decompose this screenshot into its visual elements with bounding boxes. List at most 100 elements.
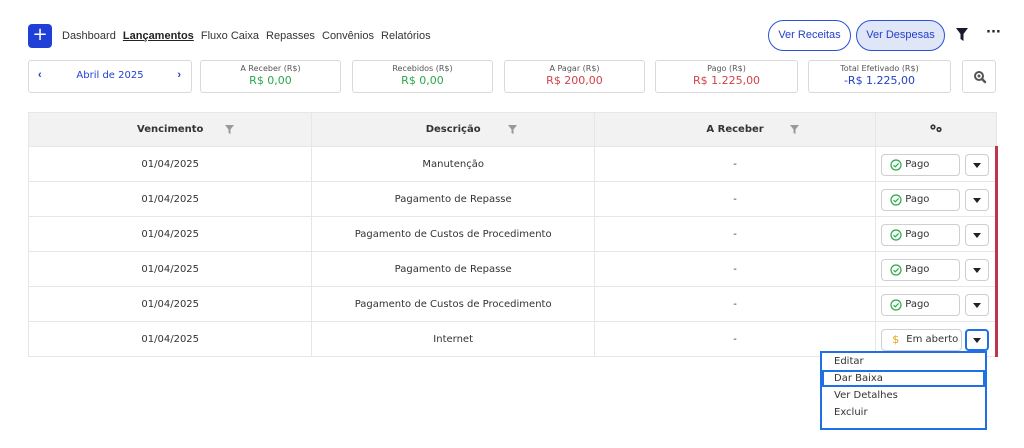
row-actions-button[interactable] <box>965 259 990 281</box>
check-circle-icon <box>890 229 902 241</box>
cell-vencimento: 01/04/2025 <box>27 181 313 217</box>
lancamentos-table: Vencimento Descrição A Receber 01/04/202… <box>27 112 998 357</box>
menu-item-excluir[interactable]: Excluir <box>822 404 985 421</box>
menu-item-editar[interactable]: Editar <box>822 353 985 370</box>
check-circle-icon <box>890 159 902 171</box>
nav-fluxo-caixa[interactable]: Fluxo Caixa <box>201 30 259 42</box>
cell-vencimento: 01/04/2025 <box>27 146 313 182</box>
nav-convenios[interactable]: Convênios <box>322 30 374 42</box>
status-label: Pago <box>905 159 930 170</box>
status-label: Em aberto <box>906 334 959 345</box>
check-circle-icon <box>890 194 902 206</box>
cell-descricao: Internet <box>311 321 595 357</box>
cell-vencimento: 01/04/2025 <box>27 286 313 322</box>
ver-receitas-button[interactable]: Ver Receitas <box>768 20 851 51</box>
cell-vencimento: 01/04/2025 <box>27 321 313 357</box>
cell-a-receber: - <box>593 286 877 322</box>
card-value: -R$ 1.225,00 <box>843 74 916 87</box>
caret-down-icon <box>973 233 982 238</box>
cell-a-receber: - <box>593 146 877 182</box>
card-value: R$ 0,00 <box>401 74 444 87</box>
card-value: R$ 0,00 <box>249 74 292 87</box>
menu-item-ver-detalhes[interactable]: Ver Detalhes <box>822 387 985 404</box>
table-row[interactable]: 01/04/2025 Manutenção - Pago <box>27 146 998 182</box>
cell-actions: Pago <box>875 181 998 217</box>
status-button[interactable]: $ Em aberto <box>881 329 963 351</box>
card-label: Total Efetivado (R$) <box>840 64 919 73</box>
column-filter-icon[interactable] <box>789 125 799 134</box>
filter-icon[interactable] <box>956 28 968 42</box>
main-nav: Dashboard Lançamentos Fluxo Caixa Repass… <box>62 30 435 42</box>
next-month-button[interactable]: › <box>177 69 181 81</box>
status-button[interactable]: Pago <box>881 154 961 176</box>
cell-actions: Pago <box>875 286 998 322</box>
top-toolbar: + Dashboard Lançamentos Fluxo Caixa Repa… <box>28 20 1001 51</box>
status-button[interactable]: Pago <box>881 294 961 316</box>
header-label: A Receber <box>706 124 764 135</box>
current-month: Abril de 2025 <box>76 70 144 81</box>
row-actions-button[interactable] <box>965 154 990 176</box>
column-header-a-receber[interactable]: A Receber <box>593 112 877 147</box>
search-icon <box>974 71 987 84</box>
card-label: Pago (R$) <box>707 64 746 73</box>
nav-repasses[interactable]: Repasses <box>266 30 315 42</box>
card-value: R$ 200,00 <box>546 74 603 87</box>
search-button[interactable] <box>962 60 996 93</box>
row-actions-button[interactable] <box>965 294 990 316</box>
cell-actions: Pago <box>875 216 998 252</box>
column-filter-icon[interactable] <box>508 125 518 134</box>
status-button[interactable]: Pago <box>881 259 961 281</box>
column-filter-icon[interactable] <box>225 125 234 134</box>
table-row[interactable]: 01/04/2025 Pagamento de Custos de Proced… <box>27 286 998 322</box>
column-header-descricao[interactable]: Descrição <box>311 112 595 147</box>
header-label: Vencimento <box>137 124 204 135</box>
check-circle-icon <box>890 299 902 311</box>
cell-descricao: Pagamento de Custos de Procedimento <box>311 216 595 252</box>
row-actions-button[interactable] <box>965 329 990 351</box>
column-header-actions <box>875 112 997 147</box>
status-label: Pago <box>905 299 930 310</box>
cell-descricao: Manutenção <box>311 146 595 182</box>
month-selector: ‹ Abril de 2025 › <box>28 60 192 93</box>
cell-descricao: Pagamento de Custos de Procedimento <box>311 286 595 322</box>
cell-descricao: Pagamento de Repasse <box>311 251 595 287</box>
table-row[interactable]: 01/04/2025 Pagamento de Repasse - Pago <box>27 251 998 287</box>
card-value: R$ 1.225,00 <box>692 74 761 87</box>
row-actions-button[interactable] <box>965 224 990 246</box>
caret-down-icon <box>973 303 982 308</box>
nav-dashboard[interactable]: Dashboard <box>62 30 116 42</box>
cell-vencimento: 01/04/2025 <box>27 251 313 287</box>
menu-item-dar-baixa[interactable]: Dar Baixa <box>822 370 985 387</box>
status-button[interactable]: Pago <box>881 224 961 246</box>
cell-vencimento: 01/04/2025 <box>27 216 313 252</box>
add-button[interactable]: + <box>28 24 52 48</box>
status-label: Pago <box>905 264 930 275</box>
nav-relatorios[interactable]: Relatórios <box>381 30 431 42</box>
caret-down-icon <box>973 338 982 343</box>
row-actions-button[interactable] <box>965 189 990 211</box>
table-row[interactable]: 01/04/2025 Pagamento de Repasse - Pago <box>27 181 998 217</box>
ver-despesas-button[interactable]: Ver Despesas <box>856 20 945 51</box>
caret-down-icon <box>973 163 982 168</box>
check-circle-icon <box>890 264 902 276</box>
table-row[interactable]: 01/04/2025 Pagamento de Custos de Proced… <box>27 216 998 252</box>
cell-descricao: Pagamento de Repasse <box>311 181 595 217</box>
card-label: A Receber (R$) <box>240 64 301 73</box>
status-label: Pago <box>905 229 930 240</box>
caret-down-icon <box>973 198 982 203</box>
more-icon[interactable]: ··· <box>986 25 1001 40</box>
table-header-row: Vencimento Descrição A Receber <box>27 112 997 147</box>
row-actions-menu: Editar Dar Baixa Ver Detalhes Excluir <box>820 351 987 430</box>
nav-lancamentos[interactable]: Lançamentos <box>123 30 194 42</box>
card-label: A Pagar (R$) <box>549 64 600 73</box>
status-button[interactable]: Pago <box>881 189 961 211</box>
header-label: Descrição <box>425 124 481 135</box>
caret-down-icon <box>973 268 982 273</box>
card-pago: Pago (R$) R$ 1.225,00 <box>655 60 798 93</box>
card-recebidos: Recebidos (R$) R$ 0,00 <box>352 60 493 93</box>
card-label: Recebidos (R$) <box>392 64 453 73</box>
gears-icon <box>930 124 942 133</box>
card-a-receber: A Receber (R$) R$ 0,00 <box>200 60 341 93</box>
dollar-icon: $ <box>892 333 900 346</box>
column-header-vencimento[interactable]: Vencimento <box>27 112 313 147</box>
